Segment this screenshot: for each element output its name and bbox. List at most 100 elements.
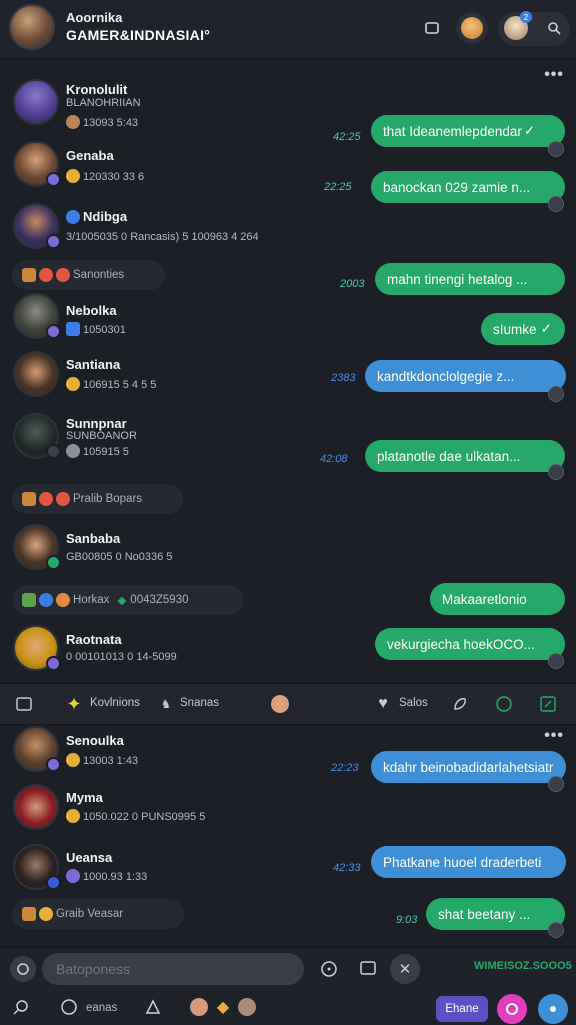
message-time: 22:23 — [331, 762, 359, 774]
conversation-name: Raotnata — [66, 632, 122, 647]
gem-icon: ◆ — [216, 999, 230, 1016]
message-bubble[interactable]: that Ideanemlepdendar ✓ — [371, 115, 565, 147]
search-icon[interactable] — [10, 996, 32, 1018]
read-receipt-avatar — [548, 653, 564, 669]
avatar[interactable] — [13, 413, 61, 459]
message-bubble[interactable]: banockan 029 zamie n... — [371, 171, 565, 203]
conversation-meta: 13003 1:43 — [66, 753, 138, 767]
ring-icon[interactable] — [497, 994, 527, 1024]
sticker-icon[interactable] — [356, 956, 380, 980]
reaction-icon — [39, 268, 53, 282]
system-event-bar[interactable]: Graib Veasar — [12, 899, 184, 929]
avatar[interactable] — [13, 524, 61, 570]
message-bubble[interactable]: kdahr beinobadidarlahetsiatr — [371, 751, 566, 783]
compose-icon[interactable] — [538, 694, 558, 714]
reaction-icon — [66, 753, 80, 767]
message-time: 42:25 — [333, 131, 361, 143]
chat-icon[interactable] — [494, 694, 514, 714]
avatar[interactable] — [13, 726, 61, 772]
reaction-icon — [66, 115, 80, 129]
gallery-icon[interactable] — [14, 694, 34, 714]
settings-icon[interactable] — [538, 994, 568, 1024]
conversation-name: Sanbaba — [66, 531, 121, 546]
message-time: 42:33 — [333, 862, 361, 874]
reaction-icon — [66, 869, 80, 883]
message-time: 2003 — [340, 278, 365, 290]
heart-icon[interactable]: ♥ — [373, 694, 393, 714]
system-event-bar[interactable]: Sanonties — [12, 260, 165, 290]
app-logo — [9, 4, 55, 50]
chat-bubble-icon[interactable] — [58, 996, 80, 1018]
avatar[interactable] — [13, 79, 59, 125]
notification-badge: 2 — [520, 11, 532, 23]
toolbar-item[interactable]: Salos — [399, 697, 428, 709]
conversation-name: Ueansa — [66, 850, 113, 865]
system-event-bar[interactable]: Pralib Bopars — [12, 484, 183, 514]
send-button[interactable]: Ehane — [436, 996, 488, 1022]
toolbar-item[interactable]: Snanas — [180, 697, 219, 709]
conversation-meta: 106915 5 4 5 5 — [66, 377, 156, 391]
profile-avatar-button[interactable]: 2 — [500, 11, 532, 44]
conversation-meta: 105915 5 — [66, 444, 129, 458]
avatar[interactable] — [13, 141, 61, 187]
search-button[interactable] — [538, 12, 570, 44]
read-receipt-avatar — [548, 141, 564, 157]
message-bubble[interactable]: mahn tinengi hetalog ... — [375, 263, 565, 295]
attach-icon[interactable] — [10, 956, 36, 982]
avatar[interactable] — [13, 203, 61, 249]
message-bubble[interactable]: kandtkdonclolgegie z... — [365, 360, 566, 392]
conversation-meta: 1050301 — [66, 322, 126, 336]
reaction-icon — [56, 268, 70, 282]
conversation-meta: 120330 33 6 — [66, 169, 144, 183]
avatar[interactable] — [13, 351, 59, 397]
reaction-icon — [39, 907, 53, 921]
conversation-subtitle: SUNBOANOR — [66, 430, 137, 442]
conversation-name: Santiana — [66, 357, 121, 372]
read-receipt-avatar — [548, 776, 564, 792]
system-event-bar[interactable]: Horkax ◆ 0043Z5930 — [12, 585, 244, 615]
conversation-name: Genaba — [66, 148, 114, 163]
alert-icon[interactable] — [142, 996, 164, 1018]
message-bubble[interactable]: vekurgiecha hoekOCO... — [375, 628, 565, 660]
app-header: Aoornika GAMER&INDNASIAI° 2 — [0, 0, 576, 59]
conversation-subtitle: BLANOHRIIAN — [66, 97, 141, 109]
search-icon — [548, 22, 561, 35]
reaction-icon — [66, 169, 80, 183]
avatar[interactable] — [13, 293, 61, 339]
character-icon: ♞ — [160, 699, 172, 711]
leaf-icon[interactable] — [450, 694, 470, 714]
window-icon-button[interactable] — [416, 12, 448, 44]
conversation-meta: 13093 5:43 — [66, 115, 138, 129]
avatar[interactable] — [13, 844, 61, 890]
emoji-icon[interactable] — [318, 958, 340, 980]
message-input[interactable] — [42, 953, 304, 985]
reaction-icon — [66, 809, 80, 823]
controller-icon — [22, 593, 36, 607]
nav-label[interactable]: eanas — [86, 1002, 117, 1014]
message-bubble[interactable]: platanotle dae ulkatan... — [365, 440, 565, 472]
message-time: 2383 — [331, 372, 356, 384]
reaction-icon — [56, 593, 70, 607]
toolbar-item[interactable]: Kovlnions — [90, 697, 140, 709]
emoji-status-button[interactable] — [456, 12, 488, 44]
message-bubble[interactable]: Phatkane huoel draderbeti — [371, 846, 566, 878]
read-receipt-avatar — [548, 196, 564, 212]
reaction-icon — [39, 593, 53, 607]
heart-check-icon: ✓ — [540, 321, 552, 336]
message-bubble[interactable]: Makaaretlonio — [430, 583, 565, 615]
avatar[interactable] — [13, 784, 59, 830]
more-options-icon[interactable]: ••• — [544, 66, 564, 84]
controller-icon — [22, 268, 36, 282]
avatar[interactable] — [270, 694, 290, 714]
close-icon[interactable]: ✕ — [390, 954, 420, 984]
conversation-meta: 1050.022 0 PUNS0995 5 — [66, 809, 205, 823]
message-bubble[interactable]: sIumke ✓ — [481, 313, 565, 345]
more-options-icon[interactable]: ••• — [544, 727, 564, 745]
avatar[interactable] — [13, 625, 61, 671]
avatar[interactable] — [188, 996, 210, 1018]
status-text: WIMEISOZ.SOOO5 — [474, 960, 572, 972]
check-icon: ✓ — [523, 123, 536, 138]
message-bubble[interactable]: shat beetany ... — [426, 898, 565, 930]
avatar[interactable] — [236, 996, 258, 1018]
conversation-name: Senoulka — [66, 733, 124, 748]
